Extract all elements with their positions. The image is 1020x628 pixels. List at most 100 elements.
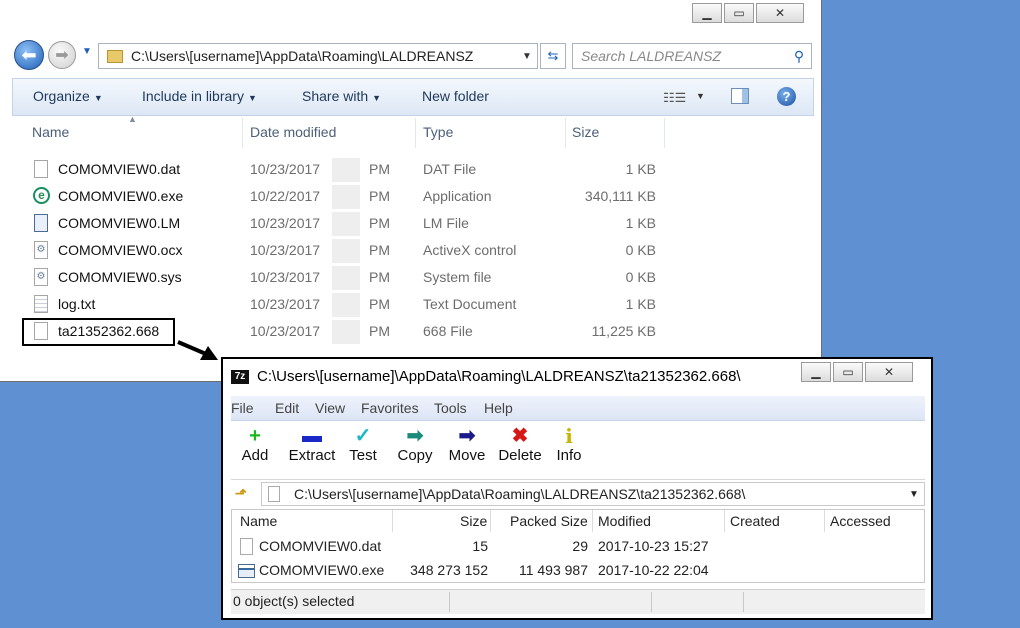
- back-arrow-icon: ⬅: [21, 44, 37, 65]
- row-name: COMOMVIEW0.exe: [259, 562, 385, 578]
- file-row[interactable]: COMOMVIEW0.dat 10/23/2017 PM DAT File 1 …: [0, 158, 660, 185]
- redacted-time: [332, 320, 360, 344]
- address-bar[interactable]: C:\Users\[username]\AppData\Roaming\LALD…: [98, 43, 538, 69]
- file-size: 1 KB: [625, 215, 656, 231]
- file-row[interactable]: log.txt 10/23/2017 PM Text Document 1 KB: [0, 293, 660, 320]
- minimize-button[interactable]: ▁: [801, 362, 831, 382]
- minimize-button[interactable]: ▁: [692, 3, 722, 23]
- test-button[interactable]: ✓ Test: [343, 425, 383, 464]
- recent-pages-dropdown[interactable]: ▼: [82, 46, 92, 57]
- column-divider[interactable]: [664, 118, 665, 148]
- menu-tools[interactable]: Tools: [434, 400, 467, 416]
- sort-ascending-icon: ▲: [128, 114, 137, 124]
- column-header-date-modified[interactable]: Date modified: [250, 124, 336, 140]
- share-with-button[interactable]: Share with ▼: [302, 88, 381, 104]
- file-name: COMOMVIEW0.dat: [58, 161, 181, 177]
- address-path: C:\Users\[username]\AppData\Roaming\LALD…: [131, 48, 474, 64]
- status-text: 0 object(s) selected: [233, 593, 355, 609]
- include-in-library-button[interactable]: Include in library ▼: [142, 88, 257, 104]
- include-in-library-label: Include in library: [142, 88, 244, 104]
- chevron-down-icon[interactable]: ▼: [696, 91, 705, 101]
- table-row[interactable]: COMOMVIEW0.exe 348 273 152 11 493 987 20…: [232, 559, 922, 583]
- column-header-packed-size[interactable]: Packed Size: [510, 513, 588, 529]
- column-divider[interactable]: [824, 510, 825, 532]
- close-button[interactable]: ✕: [865, 362, 913, 382]
- row-size: 348 273 152: [410, 562, 488, 578]
- search-icon[interactable]: ⚲: [787, 48, 811, 65]
- move-button[interactable]: ➡ Move: [445, 425, 489, 464]
- column-header-modified[interactable]: Modified: [598, 513, 651, 529]
- column-divider[interactable]: [565, 118, 566, 148]
- file-name: COMOMVIEW0.sys: [58, 269, 182, 285]
- menu-favorites[interactable]: Favorites: [361, 400, 419, 416]
- menu-bar: File Edit View Favorites Tools Help: [231, 396, 925, 421]
- row-packed-size: 29: [572, 538, 588, 554]
- refresh-button[interactable]: ⇆: [540, 43, 566, 69]
- column-header-created[interactable]: Created: [730, 513, 780, 529]
- maximize-button[interactable]: ▭: [833, 362, 863, 382]
- column-header-size[interactable]: Size: [572, 124, 599, 140]
- menu-file[interactable]: File: [231, 400, 254, 416]
- back-button[interactable]: ⬅: [14, 40, 44, 70]
- column-divider[interactable]: [392, 510, 393, 532]
- menu-help[interactable]: Help: [484, 400, 513, 416]
- column-divider[interactable]: [724, 510, 725, 532]
- file-date: 10/22/2017: [250, 188, 321, 204]
- file-row[interactable]: ⚙ COMOMVIEW0.ocx 10/23/2017 PM ActiveX c…: [0, 239, 660, 266]
- file-date: 10/23/2017: [250, 242, 321, 258]
- info-button[interactable]: i Info: [551, 425, 587, 464]
- exe-file-icon: [238, 564, 255, 578]
- copy-button[interactable]: ➡ Copy: [393, 425, 437, 464]
- chevron-down-icon[interactable]: ▼: [517, 51, 537, 62]
- extract-button[interactable]: ▬ Extract: [283, 425, 341, 464]
- redacted-time: [332, 158, 360, 182]
- table-row[interactable]: COMOMVIEW0.dat 15 29 2017-10-23 15:27: [232, 535, 922, 559]
- add-button[interactable]: + Add: [235, 425, 275, 464]
- search-input[interactable]: [573, 47, 787, 65]
- column-divider[interactable]: [490, 510, 491, 532]
- maximize-button[interactable]: ▭: [724, 3, 754, 23]
- close-button[interactable]: ✕: [756, 3, 804, 23]
- sevenzip-logo-icon: 7z: [231, 370, 249, 384]
- column-header-name[interactable]: Name: [240, 513, 277, 529]
- column-header-size[interactable]: Size: [460, 513, 487, 529]
- file-type: Text Document: [423, 296, 517, 312]
- delete-label: Delete: [498, 447, 542, 464]
- view-options-icon[interactable]: ☷☰: [663, 90, 686, 106]
- file-size: 0 KB: [625, 242, 656, 258]
- forward-button[interactable]: ➡: [48, 41, 76, 69]
- menu-view[interactable]: View: [315, 400, 345, 416]
- help-icon[interactable]: ?: [777, 87, 796, 106]
- menu-edit[interactable]: Edit: [275, 400, 299, 416]
- column-header-accessed[interactable]: Accessed: [830, 513, 891, 529]
- folder-up-icon[interactable]: ⬏: [235, 485, 247, 502]
- copy-label: Copy: [397, 447, 433, 464]
- file-time-ampm: PM: [369, 161, 390, 177]
- search-box: ⚲: [572, 43, 812, 69]
- file-row[interactable]: e COMOMVIEW0.exe 10/22/2017 PM Applicati…: [0, 185, 660, 212]
- new-folder-button[interactable]: New folder: [422, 88, 489, 104]
- folder-icon: [107, 49, 123, 63]
- info-icon: i: [565, 424, 573, 448]
- column-divider[interactable]: [242, 118, 243, 148]
- file-row[interactable]: COMOMVIEW0.LM 10/23/2017 PM LM File 1 KB: [0, 212, 660, 239]
- file-row[interactable]: ⚙ COMOMVIEW0.sys 10/23/2017 PM System fi…: [0, 266, 660, 293]
- organize-button[interactable]: Organize ▼: [33, 88, 103, 104]
- file-time-ampm: PM: [369, 269, 390, 285]
- redacted-time: [332, 185, 360, 209]
- column-divider[interactable]: [415, 118, 416, 148]
- delete-button[interactable]: ✖ Delete: [493, 425, 547, 464]
- file-time-ampm: PM: [369, 215, 390, 231]
- preview-pane-icon[interactable]: [731, 88, 749, 104]
- close-icon: ✕: [883, 365, 895, 379]
- column-header-name[interactable]: Name: [32, 124, 69, 140]
- path-combobox[interactable]: C:\Users\[username]\AppData\Roaming\LALD…: [261, 482, 925, 506]
- column-header-type[interactable]: Type: [423, 124, 453, 140]
- chevron-down-icon[interactable]: ▼: [904, 489, 924, 500]
- path-bar: ⬏ C:\Users\[username]\AppData\Roaming\LA…: [231, 479, 925, 508]
- file-type: DAT File: [423, 161, 477, 177]
- column-divider[interactable]: [592, 510, 593, 532]
- file-type: LM File: [423, 215, 469, 231]
- file-time-ampm: PM: [369, 242, 390, 258]
- explorer-window: ▁ ▭ ✕ ⬅ ➡ ▼ C:\Users\[username]\AppData\…: [0, 0, 822, 382]
